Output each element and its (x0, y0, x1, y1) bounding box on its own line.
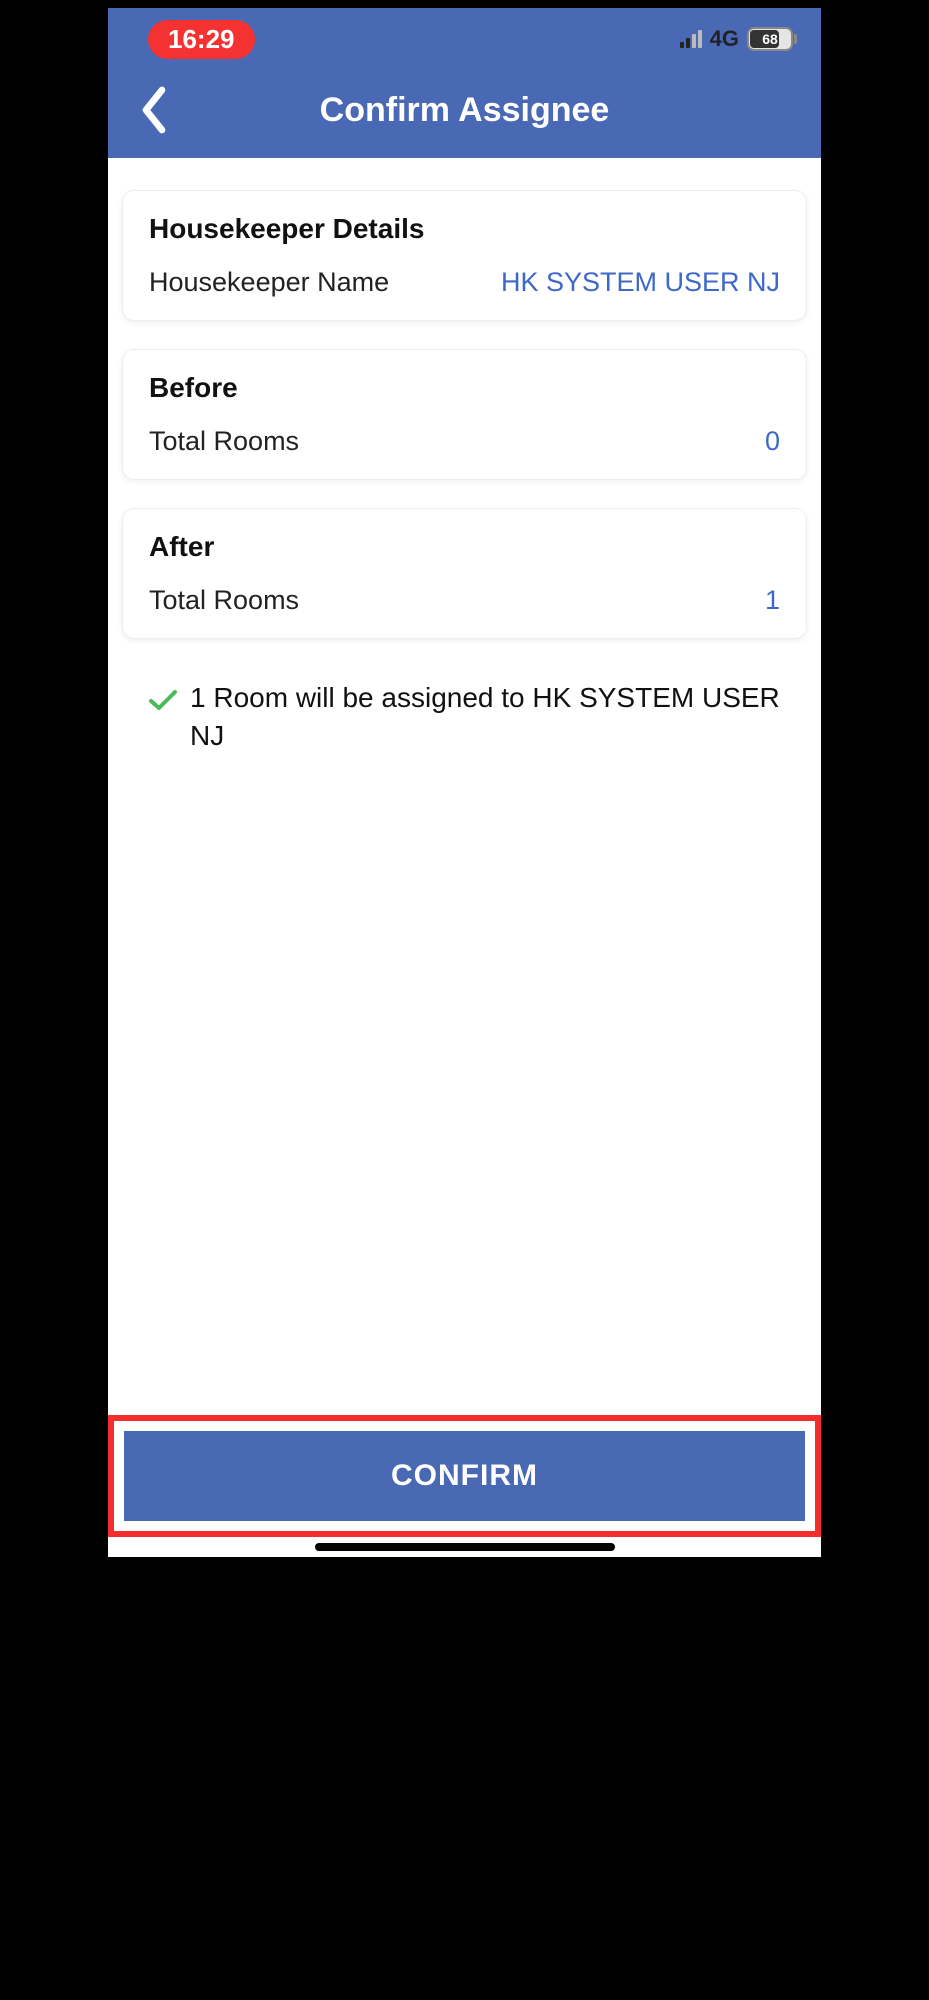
status-right: 4G 68 (680, 26, 797, 52)
confirm-highlight: CONFIRM (108, 1415, 821, 1537)
header-bar: 16:29 4G 68 C (108, 8, 821, 158)
home-indicator (315, 1543, 615, 1551)
content: Housekeeper Details Housekeeper Name HK … (108, 158, 821, 1415)
back-icon[interactable] (136, 86, 172, 134)
after-rooms-row: Total Rooms 1 (149, 585, 780, 616)
after-title: After (149, 531, 780, 563)
before-title: Before (149, 372, 780, 404)
page-title: Confirm Assignee (320, 91, 610, 130)
confirm-button[interactable]: CONFIRM (124, 1431, 805, 1521)
network-label: 4G (710, 26, 739, 52)
signal-icon (680, 30, 702, 48)
housekeeper-name-row: Housekeeper Name HK SYSTEM USER NJ (149, 267, 780, 298)
after-rooms-label: Total Rooms (149, 585, 299, 616)
summary-text: 1 Room will be assigned to HK SYSTEM USE… (190, 679, 781, 755)
before-rooms-row: Total Rooms 0 (149, 426, 780, 457)
housekeeper-title: Housekeeper Details (149, 213, 780, 245)
housekeeper-name-label: Housekeeper Name (149, 267, 389, 298)
before-card: Before Total Rooms 0 (122, 349, 807, 480)
summary-row: 1 Room will be assigned to HK SYSTEM USE… (122, 667, 807, 767)
before-rooms-value: 0 (765, 426, 780, 457)
footer: CONFIRM (108, 1415, 821, 1557)
device-frame: 16:29 4G 68 C (100, 0, 829, 1565)
after-rooms-value: 1 (765, 585, 780, 616)
time-pill: 16:29 (148, 20, 255, 59)
status-bar: 16:29 4G 68 (108, 8, 821, 62)
before-rooms-label: Total Rooms (149, 426, 299, 457)
after-card: After Total Rooms 1 (122, 508, 807, 639)
housekeeper-card: Housekeeper Details Housekeeper Name HK … (122, 190, 807, 321)
battery-icon: 68 (747, 27, 797, 51)
check-icon (148, 685, 178, 711)
housekeeper-name-value: HK SYSTEM USER NJ (501, 267, 780, 298)
title-row: Confirm Assignee (108, 62, 821, 158)
